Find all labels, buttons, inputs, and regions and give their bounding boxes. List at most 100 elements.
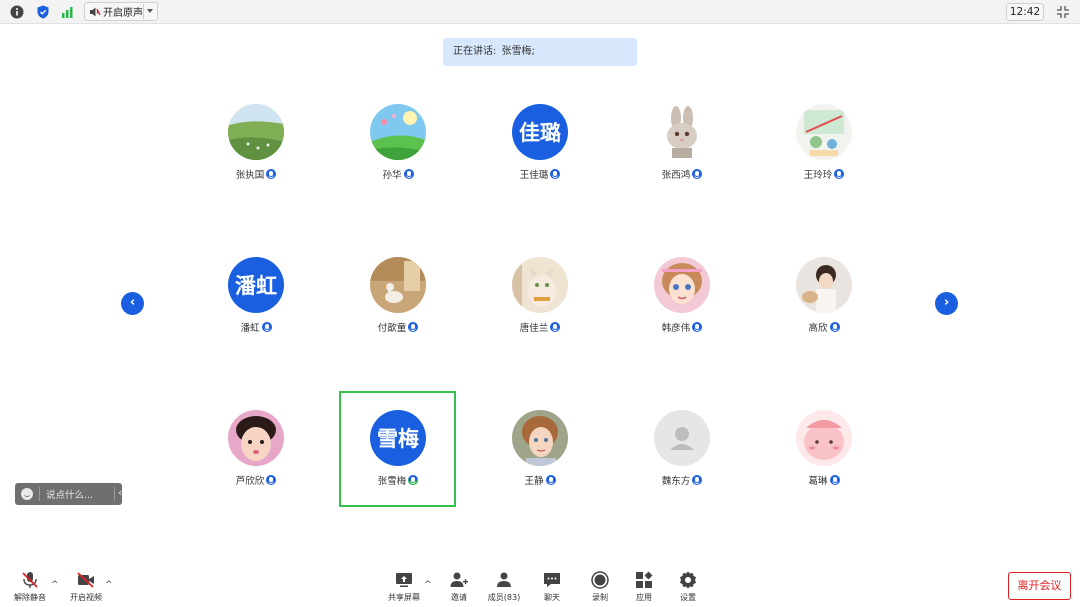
chat-bubble-icon [544,573,560,587]
participant-name: 王静 [524,476,544,487]
record-button[interactable]: 录制 [580,570,620,604]
share-screen-button[interactable]: 共享屏幕 [383,570,425,604]
mic-icon [692,322,703,332]
share-screen-label: 共享屏幕 [388,593,420,602]
emoji-icon[interactable] [21,488,33,500]
mic-muted-icon [22,572,38,588]
avatar [654,104,710,160]
participant-tile[interactable]: 张西鸿 [627,104,737,204]
participant-name: 张西鸿 [661,170,691,181]
participant-tile[interactable]: 潘虹 潘虹 [201,257,311,357]
participant-name: 魏东方 [661,476,691,487]
participant-tile[interactable]: 芦欣欣 [201,410,311,510]
invite-label: 邀请 [451,593,467,602]
avatar [228,104,284,160]
avatar [654,410,710,466]
settings-label: 设置 [680,593,696,602]
exit-fullscreen-icon[interactable] [1056,5,1070,19]
chevron-left-icon[interactable]: ‹ [118,486,122,499]
avatar [512,410,568,466]
avatar [796,257,852,313]
speaking-name: 张雪梅; [501,46,535,57]
participant-tile[interactable]: 付歆童 [343,257,453,357]
participant-name: 高欣 [808,323,828,334]
chat-button[interactable]: 聊天 [532,570,572,604]
participant-tile[interactable]: 唐佳兰 [485,257,595,357]
video-off-icon [77,572,94,588]
invite-button[interactable]: 邀请 [439,570,479,604]
avatar [796,104,852,160]
divider [39,487,40,501]
meeting-clock: 12:42 [1006,3,1044,21]
avatar [228,410,284,466]
participant-tile[interactable]: 魏东方 [627,410,737,510]
avatar [654,257,710,313]
speaking-banner: 正在讲话: 张雪梅; [443,38,637,66]
avatar: 佳璐 [512,104,568,160]
unmute-label: 解除静音 [14,593,46,602]
apps-grid-icon [636,571,653,588]
participant-tile[interactable]: 王静 [485,410,595,510]
chevron-down-icon[interactable] [147,9,153,13]
chat-label: 聊天 [544,593,560,602]
mic-icon [408,322,419,332]
apps-button[interactable]: 应用 [624,570,664,604]
original-audio-label: 开启原声 [103,8,143,19]
mic-speaking-icon [408,475,419,485]
mic-icon [550,322,561,332]
original-audio-button[interactable]: 开启原声 [84,2,158,21]
divider [143,4,144,19]
avatar: 潘虹 [228,257,284,313]
share-screen-icon [396,573,412,587]
chat-input[interactable]: 说点什么... ‹ [15,483,122,505]
mic-icon [692,475,703,485]
mic-icon [834,169,845,179]
chevron-up-icon[interactable]: ^ [424,581,432,590]
invite-user-icon [450,572,468,587]
meeting-window: 开启原声 12:42 正在讲话: 张雪梅; ‹ › 张执国 孙华 佳璐 王佳璐 [0,0,1080,607]
participant-name: 张执国 [235,170,265,181]
participant-tile[interactable]: 孙华 [343,104,453,204]
members-label: 成员(83) [487,593,521,602]
record-icon [591,571,609,589]
chevron-up-icon[interactable]: ^ [105,581,113,590]
start-video-button[interactable]: 开启视频 [66,570,106,604]
record-label: 录制 [592,593,608,602]
previous-page-button[interactable]: ‹ [121,292,144,315]
info-icon[interactable] [9,4,25,20]
participant-name: 付歆童 [377,323,407,334]
apps-label: 应用 [636,593,652,602]
speaking-label: 正在讲话: [453,46,497,57]
unmute-button[interactable]: 解除静音 [10,570,50,604]
participant-tile[interactable]: 葛琳 [769,410,879,510]
participant-name: 唐佳兰 [519,323,549,334]
mic-icon [829,322,840,332]
participant-tile-active-speaker[interactable]: 雪梅 张雪梅 [343,410,453,510]
participant-name: 潘虹 [240,323,260,334]
gear-icon [680,571,696,589]
participant-tile[interactable]: 佳璐 王佳璐 [485,104,595,204]
participant-tile[interactable]: 高欣 [769,257,879,357]
participant-tile[interactable]: 张执国 [201,104,311,204]
next-page-button[interactable]: › [935,292,958,315]
settings-button[interactable]: 设置 [668,570,708,604]
mic-icon [403,169,414,179]
divider [114,487,115,501]
security-shield-icon[interactable] [35,4,51,20]
avatar: 雪梅 [370,410,426,466]
avatar [512,257,568,313]
participant-name: 王玲玲 [803,170,833,181]
avatar [370,104,426,160]
chevron-up-icon[interactable]: ^ [51,581,59,590]
participant-name: 孙华 [382,170,402,181]
members-icon [497,572,511,587]
mic-icon [261,322,272,332]
members-button[interactable]: 成员(83) [484,570,524,604]
participant-tile[interactable]: 王玲玲 [769,104,879,204]
top-bar: 开启原声 12:42 [0,0,1080,24]
participant-tile[interactable]: 韩彦伟 [627,257,737,357]
leave-meeting-button[interactable]: 离开会议 [1008,572,1071,600]
mic-icon [266,169,277,179]
network-signal-icon[interactable] [60,4,76,20]
mic-icon [266,475,277,485]
